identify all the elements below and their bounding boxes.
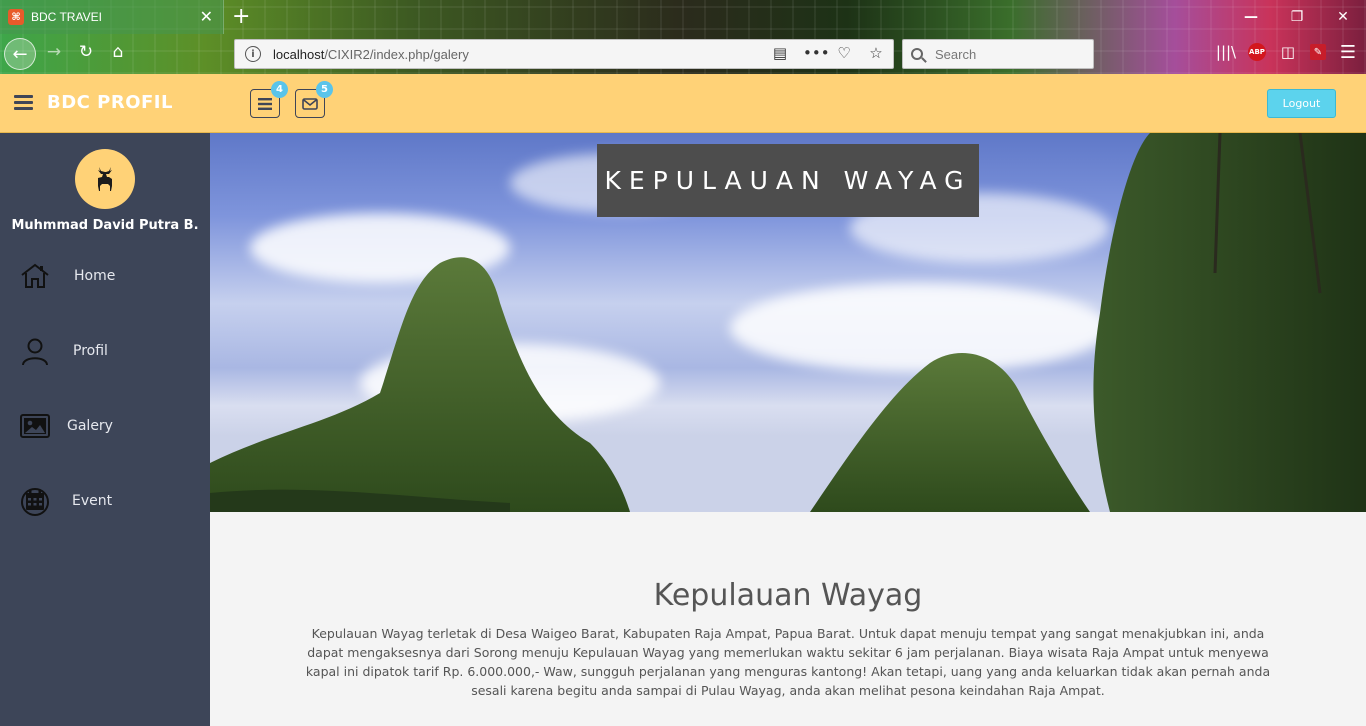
- tab-title: BDC TRAVEI: [31, 10, 102, 24]
- browser-menu-icon[interactable]: ☰: [1338, 42, 1358, 63]
- restore-icon[interactable]: ❐: [1274, 0, 1320, 34]
- browser-tab[interactable]: ⌘ BDC TRAVEI ✕: [0, 0, 224, 34]
- window-close-icon[interactable]: ✕: [1320, 0, 1366, 34]
- tasks-list-icon: [258, 97, 272, 110]
- sidebar-item-home[interactable]: Home: [0, 251, 210, 301]
- user-icon: [19, 335, 51, 367]
- new-tab-icon[interactable]: +: [232, 4, 250, 29]
- toolbar-icons: |||\ ABP ◫ ✎ ☰: [1216, 42, 1358, 63]
- minimize-icon[interactable]: —: [1228, 0, 1274, 34]
- hamburger-menu-icon[interactable]: [14, 95, 33, 110]
- library-icon[interactable]: |||\: [1216, 42, 1236, 62]
- search-bar[interactable]: Search: [902, 39, 1094, 69]
- extension-icon[interactable]: ✎: [1310, 44, 1326, 60]
- address-bar[interactable]: i localhost/CIXIR2/index.php/galery ▤ ••…: [234, 39, 894, 69]
- brand-title[interactable]: BDC PROFIL: [47, 92, 173, 113]
- sidebar: Muhmmad David Putra B. Home Profil Galer…: [0, 133, 210, 726]
- messages-button[interactable]: 5: [295, 81, 333, 118]
- sidebar-toggle-icon[interactable]: ◫: [1278, 42, 1298, 62]
- bookmark-star-icon[interactable]: ☆: [867, 44, 885, 62]
- pocket-icon[interactable]: ♡: [835, 44, 853, 62]
- messages-badge: 5: [316, 81, 333, 98]
- search-icon: [911, 48, 923, 60]
- browser-chrome: ⌘ BDC TRAVEI ✕ + — ❐ ✕ ← → ↻ ⌂ i localho…: [0, 0, 1366, 74]
- url-actions: ▤ ••• ♡ ☆: [771, 44, 885, 62]
- url-text[interactable]: localhost/CIXIR2/index.php/galery: [273, 47, 469, 62]
- deer-icon: [98, 167, 112, 191]
- reader-view-icon[interactable]: ▤: [771, 44, 789, 62]
- avatar: [75, 149, 135, 209]
- sidebar-item-label: Home: [74, 268, 116, 284]
- reload-icon[interactable]: ↻: [74, 42, 98, 62]
- sidebar-item-label: Galery: [67, 418, 113, 434]
- sidebar-item-event[interactable]: Event: [0, 476, 210, 526]
- hero-image: KEPULAUAN WAYAG: [210, 133, 1366, 512]
- sidebar-item-label: Profil: [73, 343, 108, 359]
- page-actions-icon[interactable]: •••: [803, 44, 830, 62]
- site-info-icon[interactable]: i: [245, 46, 261, 62]
- tasks-badge: 4: [271, 81, 288, 98]
- xampp-favicon-icon: ⌘: [8, 9, 24, 25]
- hero-title-box: KEPULAUAN WAYAG: [597, 144, 979, 217]
- sidebar-item-profil[interactable]: Profil: [0, 326, 210, 376]
- window-controls: — ❐ ✕: [1228, 0, 1366, 34]
- logout-button[interactable]: Logout: [1267, 89, 1336, 118]
- envelope-icon: [302, 97, 318, 110]
- calendar-icon: [19, 485, 51, 517]
- image-icon: [19, 410, 51, 442]
- section-title: Kepulauan Wayag: [653, 578, 923, 613]
- hero-title: KEPULAUAN WAYAG: [604, 166, 972, 195]
- forward-arrow-icon[interactable]: →: [42, 42, 66, 62]
- sidebar-item-galery[interactable]: Galery: [0, 401, 210, 451]
- back-arrow-icon[interactable]: ←: [4, 38, 36, 70]
- tab-close-icon[interactable]: ✕: [200, 7, 213, 26]
- navigation-bar: ← → ↻ ⌂ i localhost/CIXIR2/index.php/gal…: [0, 34, 1366, 74]
- home-icon: [19, 260, 51, 292]
- search-placeholder: Search: [935, 46, 977, 62]
- app-header: BDC PROFIL 4 5 Logout: [0, 74, 1366, 133]
- section-description: Kepulauan Wayag terletak di Desa Waigeo …: [305, 626, 1271, 698]
- adblock-icon[interactable]: ABP: [1248, 43, 1266, 61]
- sidebar-item-label: Event: [72, 493, 113, 509]
- home-browser-icon[interactable]: ⌂: [106, 42, 130, 62]
- tasks-button[interactable]: 4: [250, 81, 288, 118]
- user-name: Muhmmad David Putra B.: [11, 218, 199, 233]
